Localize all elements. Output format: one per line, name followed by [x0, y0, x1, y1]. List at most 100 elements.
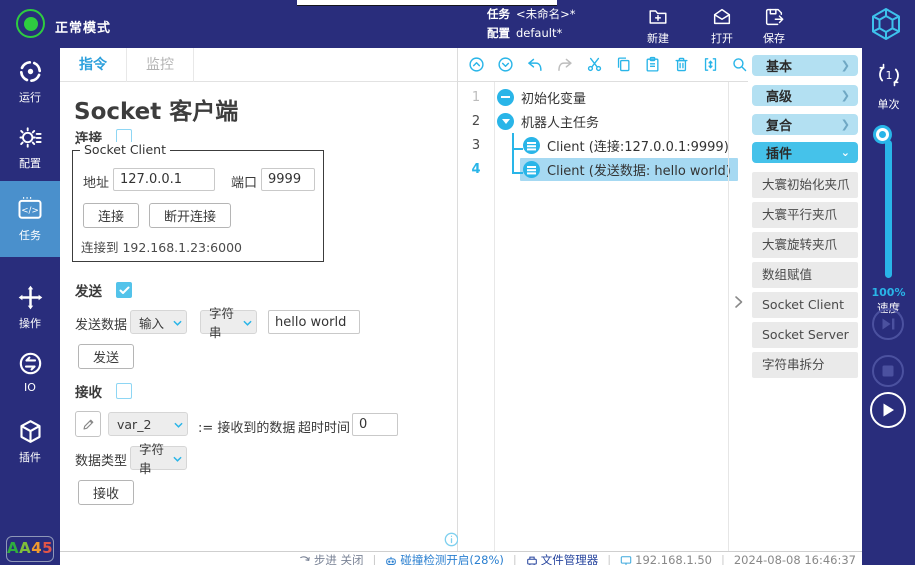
- gear-icon: [0, 124, 60, 151]
- paste-icon[interactable]: [644, 54, 661, 75]
- robot-id-badge[interactable]: AA45: [6, 536, 54, 562]
- instruction-node-icon: [523, 161, 540, 178]
- expand-node-icon[interactable]: [497, 113, 514, 130]
- connect-button[interactable]: 连接: [83, 203, 139, 228]
- plugin-item-socket-client[interactable]: Socket Client: [752, 292, 858, 318]
- instruction-palette: 基本❯ 高级❯ 复合❯ 插件⌄ 大寰初始化夹爪 大寰平行夹爪 大寰旋转夹爪 数组…: [748, 48, 862, 551]
- port-input[interactable]: [261, 168, 315, 191]
- cut-icon[interactable]: [586, 54, 603, 75]
- address-label: 地址: [83, 172, 109, 191]
- move-down-icon[interactable]: [497, 54, 514, 75]
- left-sidebar: 运行 配置 </> 任务 操作 IO 插件 AA45: [0, 48, 60, 565]
- sidebar-item-config[interactable]: 配置: [0, 124, 60, 171]
- task-info: 任务<未命名>* 配置default*: [487, 5, 576, 43]
- plugin-item-socket-server[interactable]: Socket Server: [752, 322, 858, 348]
- tree-row[interactable]: 1 初始化变量: [458, 85, 728, 109]
- code-window-icon: </>: [0, 195, 60, 223]
- new-task-button[interactable]: 新建: [632, 6, 684, 46]
- send-button[interactable]: 发送: [78, 344, 134, 369]
- step-button[interactable]: [872, 308, 904, 340]
- tab-instruction[interactable]: 指令: [60, 48, 127, 82]
- sidebar-label-operate: 操作: [0, 315, 60, 331]
- speed-slider-track[interactable]: [885, 140, 892, 278]
- tab-monitor[interactable]: 监控: [127, 48, 194, 82]
- send-type-select[interactable]: 字符串: [200, 310, 257, 334]
- address-input[interactable]: [113, 168, 215, 191]
- groupbox-legend: Socket Client: [80, 142, 170, 157]
- copy-icon[interactable]: [615, 54, 632, 75]
- tree-node-label: 初始化变量: [521, 88, 586, 107]
- sidebar-item-plugin[interactable]: 插件: [0, 418, 60, 465]
- chevron-down-icon: [174, 421, 183, 429]
- info-icon[interactable]: [444, 532, 459, 551]
- send-checkbox[interactable]: [116, 282, 132, 298]
- plugin-item-dh-parallel-gripper[interactable]: 大寰平行夹爪: [752, 202, 858, 228]
- single-cycle-button[interactable]: 1 单次: [862, 60, 915, 112]
- timeout-input[interactable]: [352, 413, 398, 436]
- redo-icon[interactable]: [556, 54, 574, 76]
- sidebar-item-io[interactable]: IO: [0, 350, 60, 394]
- single-cycle-label: 单次: [862, 96, 915, 112]
- tree-node-label: Client (发送数据: hello world): [547, 160, 731, 179]
- disconnect-button[interactable]: 断开连接: [149, 203, 231, 228]
- insert-icon[interactable]: [702, 54, 719, 75]
- line-number: 1: [458, 90, 494, 105]
- tree-connector: [512, 148, 523, 150]
- collapse-panel-button[interactable]: [732, 294, 745, 313]
- category-plugin[interactable]: 插件⌄: [752, 142, 858, 163]
- overlap-window-edge: [297, 0, 557, 5]
- sidebar-item-operate[interactable]: 操作: [0, 284, 60, 331]
- send-checkbox-row: 发送: [75, 281, 132, 299]
- send-value-input[interactable]: [268, 310, 360, 334]
- open-task-label: 打开: [696, 30, 748, 46]
- receive-var-select[interactable]: var_2: [108, 412, 188, 436]
- receive-checkbox[interactable]: [116, 383, 132, 399]
- send-label: 发送: [75, 280, 102, 300]
- edit-variable-button[interactable]: [75, 411, 101, 437]
- run-icon: [0, 58, 60, 85]
- move-arrows-icon: [0, 284, 60, 311]
- file-manager-status[interactable]: 文件管理器: [526, 553, 599, 565]
- category-composite[interactable]: 复合❯: [752, 114, 858, 135]
- open-task-button[interactable]: 打开: [696, 6, 748, 46]
- file-manager-icon: [526, 555, 538, 565]
- sidebar-item-task[interactable]: </> 任务: [0, 181, 60, 257]
- plugin-item-array-assign[interactable]: 数组赋值: [752, 262, 858, 288]
- category-basic[interactable]: 基本❯: [752, 55, 858, 76]
- speed-slider-knob[interactable]: [876, 128, 889, 141]
- save-task-button[interactable]: 保存: [748, 6, 800, 46]
- plugin-item-string-split[interactable]: 字符串拆分: [752, 352, 858, 378]
- tree-node-label: 机器人主任务: [521, 112, 599, 131]
- mode-indicator-icon: [16, 9, 45, 38]
- category-advanced[interactable]: 高级❯: [752, 85, 858, 106]
- undo-icon[interactable]: [526, 54, 544, 76]
- instruction-node-icon: [523, 137, 540, 154]
- datatype-select[interactable]: 字符串: [130, 446, 187, 470]
- collapse-node-icon[interactable]: [497, 89, 514, 106]
- search-icon[interactable]: [731, 54, 748, 75]
- tree-row[interactable]: 3 Client (连接:127.0.0.1:9999): [458, 133, 728, 157]
- send-source-select[interactable]: 输入: [130, 310, 187, 334]
- receive-button[interactable]: 接收: [78, 480, 134, 505]
- timeout-label: 超时时间: [298, 417, 350, 436]
- run-control-strip: 1 单次 100% 速度: [862, 48, 915, 565]
- step-mode-status[interactable]: 步进 关闭: [299, 553, 364, 565]
- play-button[interactable]: [870, 392, 906, 428]
- line-number: 3: [458, 138, 494, 153]
- tree-row[interactable]: 2 机器人主任务: [458, 109, 728, 133]
- collision-detect-status[interactable]: 碰撞检测开启(28%): [385, 553, 504, 565]
- plugin-item-dh-init-gripper[interactable]: 大寰初始化夹爪: [752, 172, 858, 198]
- stop-button[interactable]: [872, 355, 904, 387]
- panel-tabbar: 指令 监控: [60, 48, 457, 82]
- new-file-icon: [632, 6, 684, 28]
- socket-client-groupbox: Socket Client 地址 端口 连接 断开连接 连接到 192.168.…: [72, 150, 324, 262]
- receive-checkbox-row: 接收: [75, 382, 132, 400]
- open-file-icon: [696, 6, 748, 28]
- save-task-label: 保存: [748, 30, 800, 46]
- sidebar-item-run[interactable]: 运行: [0, 58, 60, 105]
- plugin-item-dh-rotate-gripper[interactable]: 大寰旋转夹爪: [752, 232, 858, 258]
- network-ip-status[interactable]: 192.168.1.50: [620, 553, 712, 565]
- tree-row-selected[interactable]: 4 Client (发送数据: hello world): [458, 157, 728, 181]
- delete-icon[interactable]: [673, 54, 690, 75]
- move-up-icon[interactable]: [468, 54, 485, 75]
